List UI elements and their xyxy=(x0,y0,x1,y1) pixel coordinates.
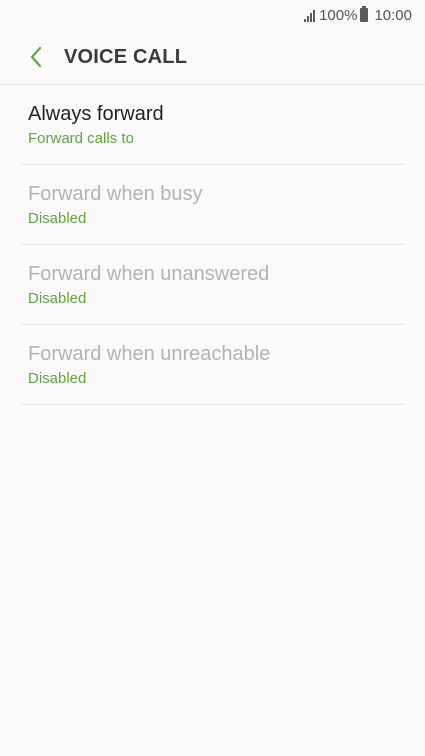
forward-settings-list: Always forward Forward calls to Forward … xyxy=(0,85,425,405)
back-button[interactable] xyxy=(20,41,52,73)
battery-percent: 100% xyxy=(319,6,358,24)
signal-icon xyxy=(304,8,316,22)
item-sublabel: Disabled xyxy=(28,209,87,227)
status-bar: 100% 10:00 xyxy=(0,0,425,30)
item-label: Forward when unreachable xyxy=(28,342,271,365)
forward-when-busy-item[interactable]: Forward when busy Disabled xyxy=(20,165,405,245)
forward-when-unanswered-item[interactable]: Forward when unanswered Disabled xyxy=(20,245,405,325)
clock: 10:00 xyxy=(374,6,412,24)
page-title: VOICE CALL xyxy=(64,45,188,68)
item-label: Forward when unanswered xyxy=(28,262,270,285)
item-label: Forward when busy xyxy=(28,182,203,205)
chevron-left-icon xyxy=(30,46,42,68)
item-label: Always forward xyxy=(28,102,164,125)
forward-when-unreachable-item[interactable]: Forward when unreachable Disabled xyxy=(20,325,405,405)
app-bar: VOICE CALL xyxy=(0,30,425,85)
always-forward-item[interactable]: Always forward Forward calls to xyxy=(20,85,405,165)
battery-icon xyxy=(360,6,369,22)
item-sublabel: Disabled xyxy=(28,289,87,307)
item-sublabel: Disabled xyxy=(28,369,87,387)
item-sublabel: Forward calls to xyxy=(28,129,134,147)
